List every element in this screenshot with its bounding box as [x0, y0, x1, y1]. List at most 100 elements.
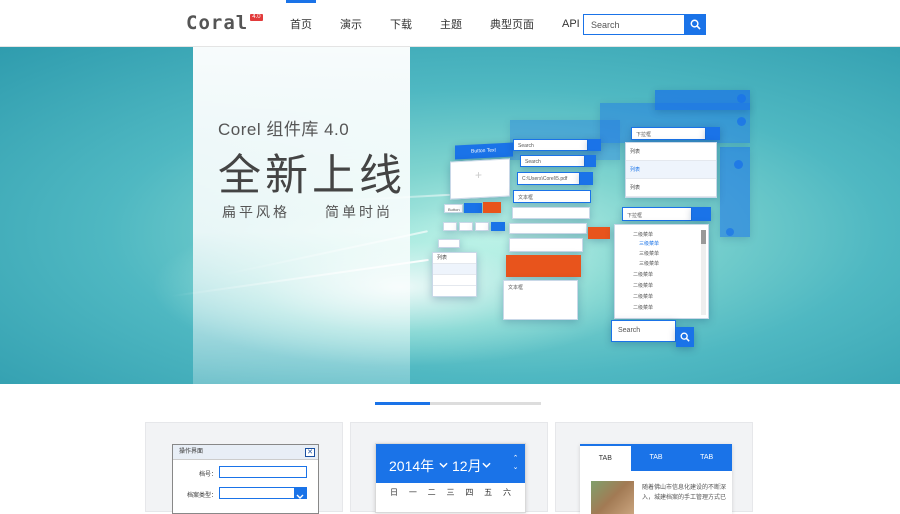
mock-tree: 二级菜单 三级菜单 三级菜单 三级菜单 二级菜单 二级菜单 二级菜单 二级菜单	[614, 224, 709, 319]
hero-title: 全新上线	[218, 152, 406, 200]
calendar-year[interactable]: 2014年	[389, 456, 434, 476]
mock-small-button-blue	[464, 203, 482, 213]
weekday-label: 三	[446, 488, 455, 497]
mock-dropdown-btn	[692, 207, 711, 221]
tree-item: 二级菜单	[633, 305, 654, 311]
chevron-down-icon[interactable]: ⌄	[512, 463, 519, 472]
mock-label: Search	[618, 327, 641, 334]
hero-tagline-right: 简单时尚	[325, 204, 393, 220]
mock-option: 列表	[626, 161, 716, 179]
mock-label: 下拉框	[636, 132, 652, 138]
main-nav: 首页 演示 下载 主题 典型页面 API	[276, 0, 594, 47]
tab-content-image	[591, 481, 634, 514]
form-dialog-title: 操作界面	[179, 449, 204, 455]
mock-option: 列表	[626, 179, 716, 197]
mock-label: 下拉框	[627, 213, 643, 219]
calendar-spinner[interactable]: ⌃ ⌄	[512, 454, 519, 472]
plus-icon: +	[475, 167, 483, 183]
tab-1[interactable]: TAB	[580, 444, 631, 471]
mock-list-item: 列表	[433, 253, 476, 264]
tab-3[interactable]: TAB	[681, 444, 733, 471]
mock-dropdown-btn	[706, 127, 720, 140]
search-button[interactable]	[684, 14, 706, 35]
tree-item: 二级菜单	[633, 294, 654, 300]
tree-item: 二级菜单	[633, 232, 654, 238]
mock-search-2: Search	[520, 155, 585, 167]
calendar-widget: 2014年 12月 ⌃ ⌄ 日 一 二 三 四 五 六	[375, 443, 526, 513]
mock-list-item	[433, 275, 476, 286]
weekday-label: 五	[484, 488, 493, 497]
form-label-file-no: 档号：	[199, 472, 218, 478]
weekday-label: 四	[465, 488, 474, 497]
weekday-label: 一	[408, 488, 417, 497]
bg-tile	[655, 90, 750, 110]
nav-home[interactable]: 首页	[276, 0, 326, 47]
tree-item: 二级菜单	[633, 272, 654, 278]
logo[interactable]: Coral 4.0	[186, 12, 263, 34]
chevron-down-icon	[294, 488, 306, 499]
mock-add-btn	[580, 172, 593, 185]
mock-path-input: C:\Users\Corel\5.pdf	[517, 172, 580, 185]
file-no-input[interactable]	[219, 466, 307, 478]
weekday-label: 日	[390, 488, 398, 497]
search-input[interactable]	[583, 14, 684, 35]
mock-label: 文本框	[518, 195, 534, 201]
mock-select	[438, 239, 460, 248]
plus-circle-icon	[737, 94, 746, 103]
form-label-file-type: 档案类型：	[187, 493, 218, 499]
mock-bottom-search-btn	[676, 327, 694, 347]
mock-textarea: 文本框	[503, 280, 578, 320]
mock-list: 列表	[432, 252, 477, 297]
mock-search-1: Search	[513, 139, 588, 151]
mock-text-input: 文本框	[513, 190, 591, 203]
mock-text-input	[509, 238, 583, 252]
nav-typical-pages[interactable]: 典型页面	[476, 0, 548, 47]
close-icon[interactable]: ✕	[305, 448, 315, 457]
chevron-up-icon[interactable]: ⌃	[512, 454, 519, 463]
form-dialog-header: 操作界面 ✕	[173, 445, 318, 460]
tree-item: 三级菜单	[639, 261, 660, 267]
nav-download[interactable]: 下载	[376, 0, 426, 47]
mock-list-item	[433, 264, 476, 275]
top-header: Coral 4.0 首页 演示 下载 主题 典型页面 API	[0, 0, 900, 47]
plus-circle-icon	[737, 117, 746, 126]
file-type-select[interactable]	[219, 487, 307, 499]
mock-error-tag	[588, 227, 610, 239]
mock-label: Search	[525, 159, 541, 165]
search-icon	[680, 332, 690, 342]
mock-label: 文本框	[508, 285, 524, 291]
hero-banner[interactable]: Button Text + Button 列表 Search Search C:…	[0, 47, 900, 384]
nav-theme[interactable]: 主题	[426, 0, 476, 47]
tree-item: 二级菜单	[633, 283, 654, 289]
plus-circle-icon	[734, 160, 743, 169]
mock-text-input	[509, 223, 587, 234]
mock-search-btn	[588, 139, 601, 151]
plus-circle-icon	[726, 228, 734, 236]
calendar-header: 2014年 12月 ⌃ ⌄	[376, 444, 525, 483]
mock-small-button	[459, 222, 473, 231]
mock-bottom-search: Search	[611, 320, 676, 342]
mock-dropdown-1: 下拉框	[631, 127, 706, 140]
form-dialog: 操作界面 ✕ 档号： 档案类型：	[172, 444, 319, 514]
mock-error-box	[506, 255, 581, 277]
mock-dropdown-list: 列表 列表 列表	[625, 142, 717, 198]
mock-option: 列表	[626, 143, 716, 161]
mock-label: Button Text	[471, 147, 496, 155]
tree-item: 三级菜单	[639, 251, 660, 257]
chevron-down-icon[interactable]	[482, 461, 491, 469]
tab-bar: TAB TAB TAB	[580, 444, 733, 471]
mock-small-button	[475, 222, 489, 231]
tree-item: 三级菜单	[639, 241, 660, 247]
chevron-down-icon[interactable]	[439, 461, 448, 469]
carousel-indicator-active[interactable]	[375, 402, 430, 405]
tab-2[interactable]: TAB	[630, 444, 682, 471]
hero-subtitle: Corel 组件库 4.0	[218, 120, 350, 139]
tab-content-text: 随着佛山市信息化建设的不断深入，城建档案的手工管理方式已	[642, 485, 727, 501]
tree-scrollbar	[701, 230, 706, 315]
mock-button-text-header: Button Text	[455, 142, 513, 160]
mock-small-button-blue	[491, 222, 505, 231]
tabs-widget: TAB TAB TAB 随着佛山市信息化建设的不断深入，城建档案的手工管理方式已	[580, 444, 733, 514]
hero-tagline-left: 扁平风格	[222, 204, 290, 220]
calendar-month[interactable]: 12月	[452, 456, 482, 476]
nav-demo[interactable]: 演示	[326, 0, 376, 47]
